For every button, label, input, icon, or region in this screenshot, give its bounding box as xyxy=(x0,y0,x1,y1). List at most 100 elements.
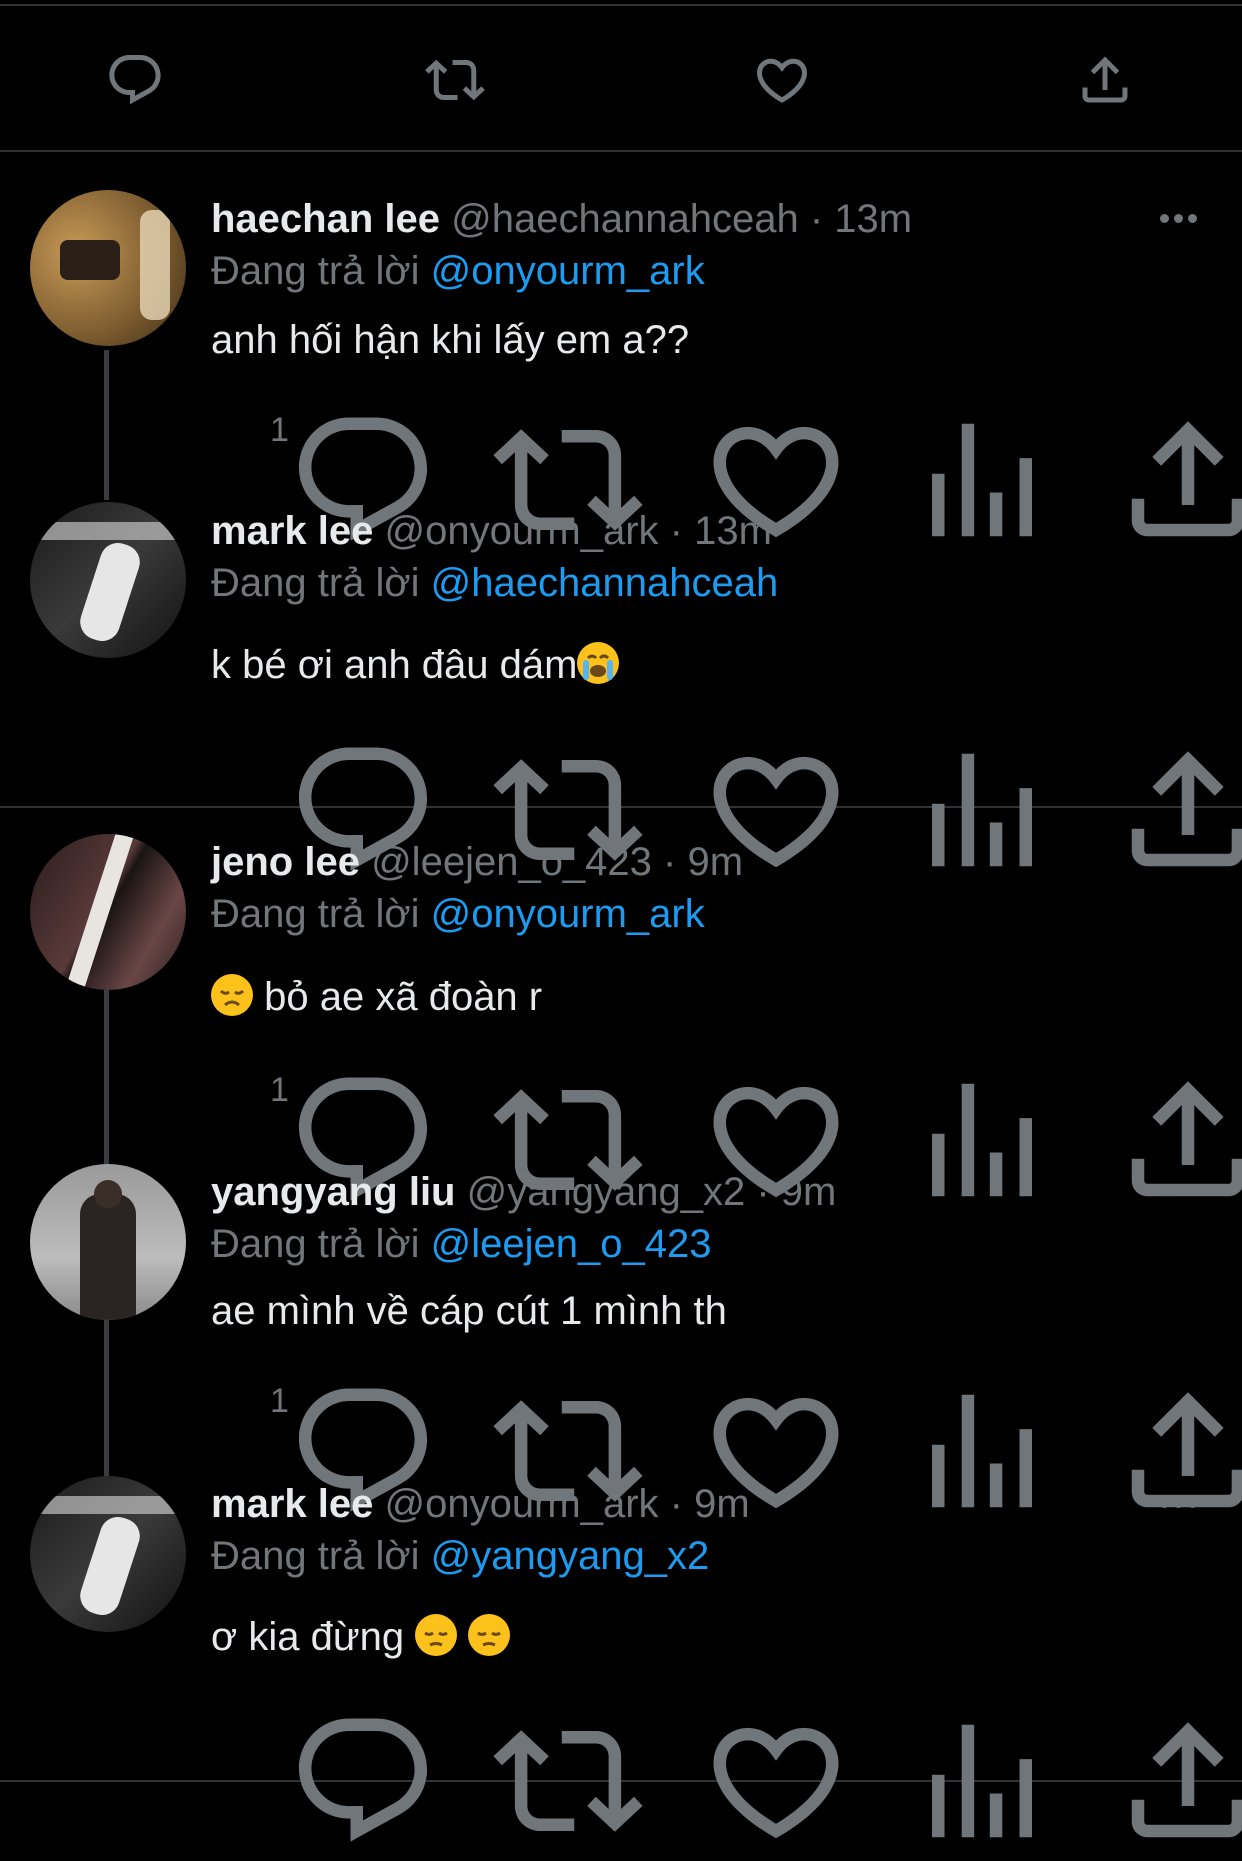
reply-count: 1 xyxy=(270,411,289,449)
timestamp[interactable]: · 9m xyxy=(663,840,743,884)
tweet-text: ơ kia đừng xyxy=(211,1615,405,1659)
views-icon[interactable] xyxy=(832,735,880,783)
replying-to: Đang trả lời @onyourm_ark xyxy=(211,247,705,295)
share-icon[interactable] xyxy=(1038,405,1086,453)
more-icon[interactable] xyxy=(1160,1499,1198,1511)
main-tweet-action-bar xyxy=(0,28,1242,128)
reply-prefix: Đang trả lời xyxy=(211,561,420,605)
display-name[interactable]: jeno lee xyxy=(211,840,360,884)
hand-shape xyxy=(75,538,145,646)
share-icon[interactable] xyxy=(1038,1706,1086,1754)
avatar-stripe xyxy=(40,522,180,540)
thread-line xyxy=(104,1318,109,1478)
handle[interactable]: @leejen_o_423 xyxy=(371,840,652,884)
hair-shape xyxy=(140,210,170,320)
timestamp[interactable]: · 9m xyxy=(756,1170,836,1214)
reply-mention[interactable]: @yangyang_x2 xyxy=(431,1534,710,1578)
avatar[interactable] xyxy=(30,502,186,658)
tweet-header: haechan lee @haechannahceah · 13m xyxy=(211,195,912,243)
hand-shape xyxy=(75,1512,145,1620)
reply-icon[interactable] xyxy=(213,735,261,783)
like-icon[interactable] xyxy=(626,1706,674,1754)
person-shape xyxy=(80,1194,136,1320)
display-name[interactable]: haechan lee xyxy=(211,197,440,241)
more-icon[interactable] xyxy=(1160,526,1198,538)
avatar[interactable] xyxy=(30,1164,186,1320)
share-icon[interactable] xyxy=(1075,50,1135,110)
tweet-text-line: ơ kia đừng xyxy=(211,1612,511,1662)
share-icon[interactable] xyxy=(1038,735,1086,783)
top-divider xyxy=(0,4,1242,6)
views-icon[interactable] xyxy=(832,1065,880,1113)
avatar-stripe xyxy=(62,834,136,990)
retweet-icon[interactable] xyxy=(425,50,485,110)
reply-prefix: Đang trả lời xyxy=(211,1534,420,1578)
replying-to: Đang trả lời @onyourm_ark xyxy=(211,890,705,938)
avatar-stripe xyxy=(40,1496,180,1514)
thread-line xyxy=(104,990,109,1165)
share-icon[interactable] xyxy=(1038,1065,1086,1113)
like-icon[interactable] xyxy=(626,405,674,453)
reply-mention[interactable]: @onyourm_ark xyxy=(431,249,705,293)
tweet-text-line: k bé ơi anh đâu dám xyxy=(211,640,620,690)
tweet-header: mark lee @onyourm_ark · 13m xyxy=(211,507,772,555)
retweet-icon[interactable] xyxy=(418,405,466,453)
divider xyxy=(0,150,1242,152)
reply-mention[interactable]: @onyourm_ark xyxy=(431,892,705,936)
handle[interactable]: @onyourm_ark xyxy=(384,509,658,553)
views-icon[interactable] xyxy=(832,1706,880,1754)
share-icon[interactable] xyxy=(1038,1376,1086,1424)
tweet-text: ae mình về cáp cút 1 mình th xyxy=(211,1289,727,1333)
timestamp[interactable]: · 9m xyxy=(670,1482,750,1526)
like-icon[interactable] xyxy=(752,50,812,110)
retweet-icon[interactable] xyxy=(418,1376,466,1424)
reply-icon[interactable] xyxy=(105,50,165,110)
views-icon[interactable] xyxy=(832,1376,880,1424)
head-shape xyxy=(94,1180,122,1208)
more-icon[interactable] xyxy=(1160,214,1198,226)
reply-prefix: Đang trả lời xyxy=(211,1222,420,1266)
tweet-text: bỏ ae xã đoàn r xyxy=(264,975,543,1019)
more-icon[interactable] xyxy=(1160,1187,1198,1199)
replying-to: Đang trả lời @yangyang_x2 xyxy=(211,1532,709,1580)
views-icon[interactable] xyxy=(832,405,880,453)
timestamp[interactable]: · 13m xyxy=(810,197,912,241)
replying-to: Đang trả lời @haechannahceah xyxy=(211,559,778,607)
tweet-header: jeno lee @leejen_o_423 · 9m xyxy=(211,838,743,886)
replying-to: Đang trả lời @leejen_o_423 xyxy=(211,1220,712,1268)
reply-icon[interactable] xyxy=(213,405,261,453)
retweet-icon[interactable] xyxy=(418,1065,466,1113)
retweet-icon[interactable] xyxy=(418,1706,466,1754)
like-icon[interactable] xyxy=(626,735,674,783)
reply-count: 1 xyxy=(270,1382,289,1420)
handle[interactable]: @yangyang_x2 xyxy=(467,1170,746,1214)
handle[interactable]: @haechannahceah xyxy=(451,197,799,241)
more-icon[interactable] xyxy=(1160,857,1198,869)
reply-icon[interactable] xyxy=(213,1065,261,1113)
avatar[interactable] xyxy=(30,1476,186,1632)
reply-prefix: Đang trả lời xyxy=(211,249,420,293)
pensive-face-emoji xyxy=(415,1614,458,1656)
pensive-face-emoji xyxy=(468,1614,511,1656)
tweet-header: yangyang liu @yangyang_x2 · 9m xyxy=(211,1168,836,1216)
avatar[interactable] xyxy=(30,190,186,346)
reply-icon[interactable] xyxy=(213,1706,261,1754)
reply-mention[interactable]: @haechannahceah xyxy=(431,561,779,605)
reply-mention[interactable]: @leejen_o_423 xyxy=(431,1222,712,1266)
reply-count: 1 xyxy=(270,1071,289,1109)
display-name[interactable]: mark lee xyxy=(211,1482,373,1526)
tweet-text: anh hối hận khi lấy em a?? xyxy=(211,318,690,362)
like-icon[interactable] xyxy=(626,1065,674,1113)
timestamp[interactable]: · 13m xyxy=(670,509,772,553)
loudly-crying-face-emoji xyxy=(577,642,620,684)
retweet-icon[interactable] xyxy=(418,735,466,783)
tweet-header: mark lee @onyourm_ark · 9m xyxy=(211,1480,750,1528)
reply-icon[interactable] xyxy=(213,1376,261,1424)
display-name[interactable]: yangyang liu xyxy=(211,1170,456,1214)
like-icon[interactable] xyxy=(626,1376,674,1424)
tweet-text: k bé ơi anh đâu dám xyxy=(211,643,578,687)
display-name[interactable]: mark lee xyxy=(211,509,373,553)
thread-line xyxy=(104,350,109,500)
handle[interactable]: @onyourm_ark xyxy=(384,1482,658,1526)
avatar[interactable] xyxy=(30,834,186,990)
